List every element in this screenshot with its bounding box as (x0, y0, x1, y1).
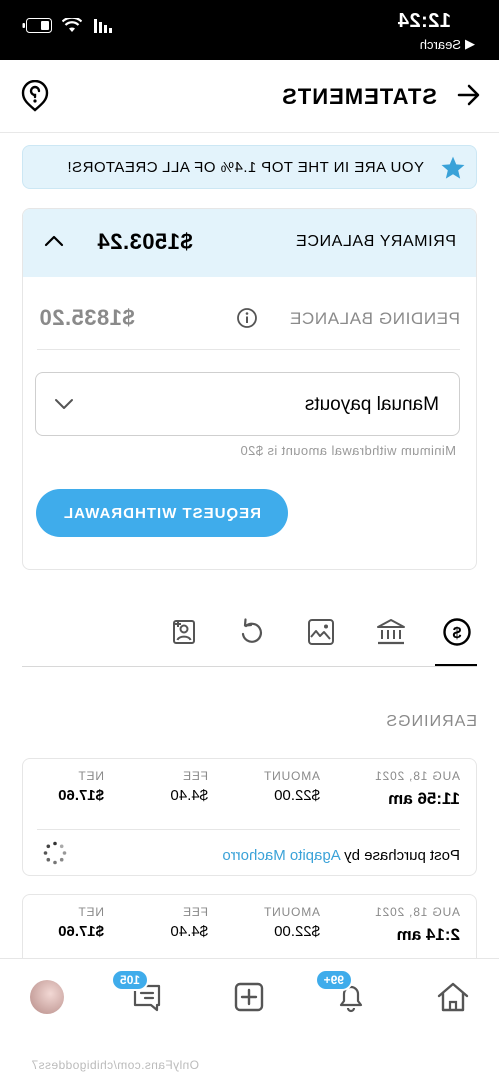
page-title: STATEMENTS (281, 84, 437, 109)
entry-time: 11:56 am (388, 789, 460, 808)
primary-balance-row[interactable]: PRIMARY BALANCE $1503.24 (23, 209, 476, 277)
description-text: Post purchase by (344, 847, 460, 864)
primary-balance-amount: $1503.24 (97, 229, 193, 254)
entry-divider (37, 829, 460, 830)
bottom-navigation: 99+ 105 (0, 958, 499, 1039)
back-triangle-icon: ◀ (465, 36, 475, 51)
amount-value: $22.00 (274, 787, 320, 804)
tab-posts[interactable] (301, 612, 341, 652)
signal-icon (94, 18, 112, 33)
clock: 12:24 (397, 10, 451, 32)
net-value: $17.60 (58, 923, 104, 940)
info-icon[interactable] (236, 307, 258, 329)
image-icon (308, 619, 334, 645)
entry-description: Post purchase by Agapito Machorro (222, 847, 460, 864)
primary-balance-label: PRIMARY BALANCE (295, 233, 456, 250)
nav-home[interactable] (433, 977, 473, 1017)
tab-payouts[interactable] (371, 612, 411, 652)
nav-profile[interactable] (27, 977, 67, 1017)
top-creator-banner: YOU ARE IN THE TOP 1.4% OF ALL CREATORS! (22, 145, 477, 189)
help-icon[interactable] (20, 80, 50, 112)
nav-notifications[interactable]: 99+ (314, 969, 371, 1017)
add-post-icon (234, 982, 264, 1012)
amount-label: AMOUNT (263, 769, 320, 783)
dollar-circle-icon: $ (443, 618, 471, 646)
amount-value: $22.00 (274, 923, 320, 940)
tab-refunds[interactable] (232, 612, 272, 652)
payout-method-select[interactable]: Manual payouts (35, 372, 460, 436)
entry-net-col: NET $17.60 (58, 905, 104, 940)
entry-date: AUG 18, 2021 (374, 905, 460, 919)
wifi-icon (62, 18, 82, 32)
back-to-app[interactable]: ◀ Search (420, 36, 475, 52)
banner-text: YOU ARE IN THE TOP 1.4% OF ALL CREATORS! (66, 159, 424, 176)
earnings-entry[interactable]: AUG 18, 2021 11:56 am AMOUNT $22.00 FEE … (22, 758, 477, 876)
fee-value: $4.40 (170, 787, 208, 804)
entry-fee-col: FEE $4.40 (170, 769, 208, 804)
bank-icon (377, 619, 405, 645)
star-icon (441, 156, 465, 179)
entry-net-col: NET $17.60 (58, 769, 104, 804)
entry-date-col: AUG 18, 2021 2:14 am (374, 905, 460, 945)
portrait-icon (173, 620, 195, 644)
balance-card: PRIMARY BALANCE $1503.24 PENDING BALANCE… (22, 208, 477, 570)
chevron-up-icon[interactable] (43, 233, 65, 249)
entry-amount-col: AMOUNT $22.00 (263, 905, 320, 940)
nav-messages[interactable]: 105 (110, 969, 167, 1017)
user-link[interactable]: Agapito Machorro (222, 847, 340, 864)
chevron-down-icon (55, 399, 73, 409)
active-tab-indicator (435, 664, 477, 666)
entry-time: 2:14 am (396, 925, 460, 944)
divider (37, 349, 460, 350)
statement-tabs: $ (22, 600, 477, 667)
system-icons (22, 18, 112, 33)
notifications-badge: 99+ (314, 969, 353, 991)
loading-spinner-icon (43, 841, 67, 865)
battery-icon (22, 18, 52, 33)
watermark: OnlyFans.com/chibigoddess7 (31, 1058, 199, 1072)
avatar (30, 980, 64, 1014)
entry-date-col: AUG 18, 2021 11:56 am (374, 769, 460, 809)
entry-amount-col: AMOUNT $22.00 (263, 769, 320, 804)
net-label: NET (77, 769, 104, 783)
entry-fee-col: FEE $4.40 (170, 905, 208, 940)
svg-text:$: $ (452, 625, 461, 642)
entry-date: AUG 18, 2021 (374, 769, 460, 783)
back-app-label: Search (419, 36, 461, 52)
refresh-icon (241, 618, 262, 643)
page-header: STATEMENTS (0, 60, 499, 133)
back-arrow-icon[interactable] (455, 82, 481, 108)
tab-earnings[interactable]: $ (437, 612, 477, 652)
request-withdrawal-button[interactable]: REQUEST WITHDRAWAL (36, 489, 288, 537)
net-value: $17.60 (58, 787, 104, 804)
minimum-withdrawal-hint: Minimum withdrawal amount is $20 (240, 443, 456, 458)
status-bar: 12:24 ◀ Search (0, 0, 499, 60)
nav-new-post[interactable] (229, 977, 269, 1017)
fee-label: FEE (182, 769, 208, 783)
home-icon (437, 982, 469, 1012)
pending-balance-amount: $1835.20 (39, 305, 135, 330)
amount-label: AMOUNT (263, 905, 320, 919)
mirrored-screen: 12:24 ◀ Search STATEMENTS YOU ARE IN THE… (0, 0, 499, 1080)
fee-value: $4.40 (170, 923, 208, 940)
pending-balance-label: PENDING BALANCE (289, 309, 460, 328)
payout-method-value: Manual payouts (304, 394, 439, 415)
net-label: NET (77, 905, 104, 919)
section-title: EARNINGS (385, 713, 477, 730)
tab-referrals[interactable] (164, 612, 204, 652)
fee-label: FEE (182, 905, 208, 919)
messages-badge: 105 (110, 969, 149, 991)
